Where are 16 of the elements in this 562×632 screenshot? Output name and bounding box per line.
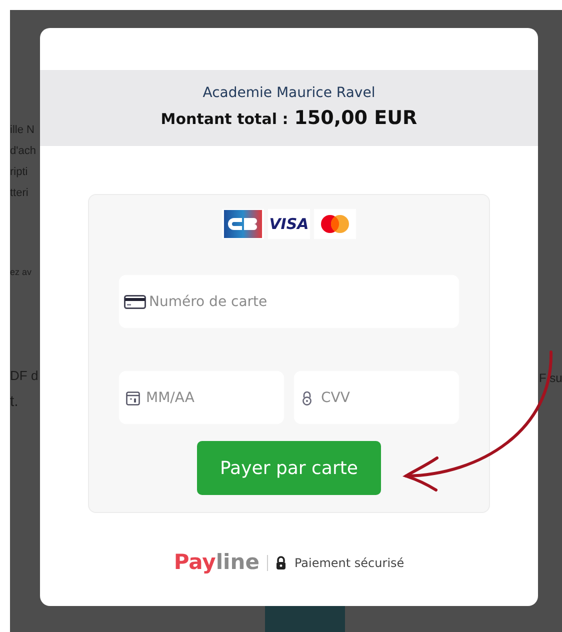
secure-payment-label: Paiement sécurisé [294,554,404,572]
lock-icon [301,390,313,405]
calendar-icon [126,390,140,405]
lock-icon [276,556,286,570]
merchant-name: Academie Maurice Ravel [202,84,376,104]
total-label: Montant total : [160,109,288,130]
mastercard-logo [314,209,356,239]
card-icon [124,294,146,308]
card-number-field[interactable]: Numéro de carte [119,275,459,328]
pay-button[interactable]: Payer par carte [197,441,381,495]
cb-card-logo [222,209,264,239]
expiry-date-field[interactable]: MM/AA [119,371,284,424]
cvv-field[interactable]: CVV [294,371,459,424]
total-amount: 150,00 EUR [294,106,418,132]
visa-logo: VISA [268,209,310,239]
payline-logo: Payline [174,549,260,576]
